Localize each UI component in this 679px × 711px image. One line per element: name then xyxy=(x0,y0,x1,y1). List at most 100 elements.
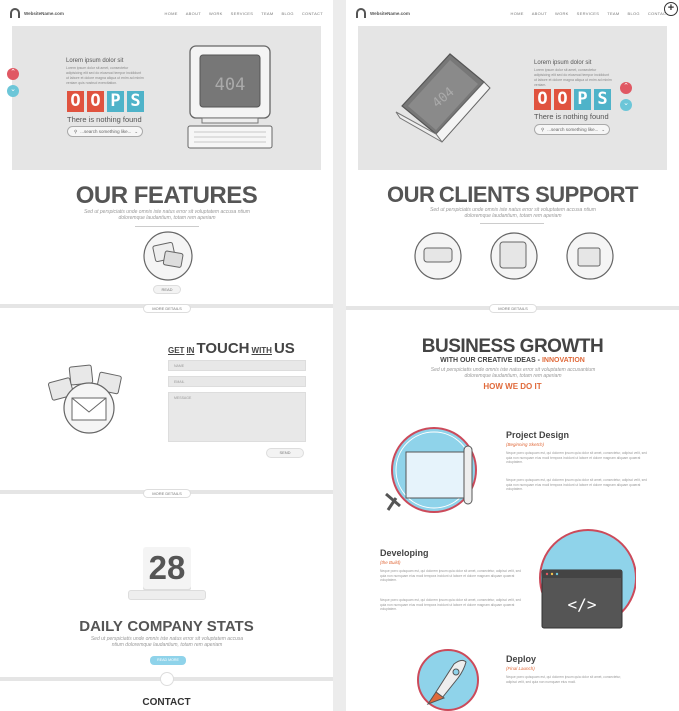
main-nav: HOME ABOUT WORK SERVICES TEAM BLOG CONTA… xyxy=(165,11,323,16)
developing-code-illustration: </> xyxy=(539,529,636,629)
features-illustration-icon xyxy=(143,231,193,281)
oops-letter: O xyxy=(87,91,104,112)
title-word: US xyxy=(273,340,295,357)
right-page-mockup: WebsiteName.com HOME ABOUT WORK SERVICES… xyxy=(346,0,679,711)
growth-subtitle: WITH OUR CREATIVE IDEAS - INNOVATION xyxy=(346,357,679,364)
search-placeholder: ...search something like... xyxy=(547,127,599,132)
screen-404-text: 404 xyxy=(215,75,246,95)
laptop-illustration: 404 xyxy=(395,53,491,143)
hero-tagline: There is nothing found xyxy=(534,112,609,121)
hero-paragraph: Lorem ipsum dolor sit amet, consectetur … xyxy=(534,68,612,87)
toggle-blue-button[interactable]: ⌄ xyxy=(7,85,19,97)
stats-number: 28 xyxy=(148,549,186,586)
hero-search-input[interactable]: ⚲ ...search something like... ⌄ xyxy=(534,124,610,135)
hero-paragraph: Lorem ipsum dolor sit amet, consectetur … xyxy=(66,66,144,85)
growth-title: BUSINESS GROWTH xyxy=(421,336,604,357)
step-subtitle: (Final Launch) xyxy=(506,666,535,671)
nav-services[interactable]: SERVICES xyxy=(577,11,600,16)
nav-about[interactable]: ABOUT xyxy=(186,11,201,16)
message-field[interactable]: MESSAGE xyxy=(168,392,306,442)
clients-subtitle: Sed ut perspiciatis unde omnis iste natu… xyxy=(430,207,596,219)
chevron-down-icon: ⌄ xyxy=(10,86,16,93)
logo-text: WebsiteName.com xyxy=(370,10,410,16)
toggle-red-button[interactable]: ⌃ xyxy=(7,68,19,80)
oops-letter: O xyxy=(534,89,551,110)
logo-icon xyxy=(356,8,366,18)
step-text: Neque porro quisquam est, qui dolorem ip… xyxy=(506,478,647,491)
nav-work[interactable]: WORK xyxy=(555,11,569,16)
scroll-circle xyxy=(160,672,174,686)
step-text: Neque porro quisquam est, qui dolorem ip… xyxy=(506,451,647,464)
nav-services[interactable]: SERVICES xyxy=(231,11,254,16)
hero-heading: Lorem ipsum dolor sit xyxy=(534,60,592,66)
nav-home[interactable]: HOME xyxy=(165,11,178,16)
name-field[interactable]: NAME xyxy=(168,360,306,371)
chevron-down-icon: ⌄ xyxy=(623,100,629,107)
title-word: COMPANY STATS xyxy=(127,618,254,635)
zoom-in-icon[interactable]: + xyxy=(664,2,678,16)
search-icon: ⚲ xyxy=(541,126,545,132)
nav-contact[interactable]: CONTACT xyxy=(302,11,323,16)
code-brackets-icon: </> xyxy=(568,595,597,614)
project-design-illustration xyxy=(385,427,477,513)
chevron-down-icon: ⌄ xyxy=(134,128,139,134)
oops-logo: O O P S xyxy=(534,89,611,110)
chevron-up-icon: ⌃ xyxy=(10,69,16,76)
more-details-button[interactable]: MORE DETAILS xyxy=(489,304,537,313)
hero-404-section: Lorem ipsum dolor sit Lorem ipsum dolor … xyxy=(7,26,321,170)
more-details-button[interactable]: MORE DETAILS xyxy=(143,304,191,313)
growth-subtitle-highlight: INNOVATION xyxy=(541,357,585,364)
step-text: Neque porro quisquam est, qui dolorem ip… xyxy=(506,675,622,684)
title-word: IN xyxy=(186,346,195,355)
oops-letter: S xyxy=(594,89,611,110)
oops-letter: O xyxy=(67,91,84,112)
logo-icon xyxy=(10,8,20,18)
send-button[interactable]: SEND xyxy=(266,448,304,458)
title-word: TOUCH xyxy=(196,340,250,357)
nav-blog[interactable]: BLOG xyxy=(282,11,294,16)
email-field[interactable]: EMAIL xyxy=(168,376,306,387)
features-title: OUR FEATURES xyxy=(75,182,258,209)
title-word: DAILY xyxy=(79,618,123,635)
stats-title: DAILY COMPANY STATS xyxy=(0,618,333,636)
title-word: GET xyxy=(168,346,185,355)
site-logo[interactable]: WebsiteName.com xyxy=(356,8,410,18)
growth-desc: Sed ut perspiciatis unde omnis iste natu… xyxy=(430,367,596,379)
nav-blog[interactable]: BLOG xyxy=(628,11,640,16)
step-title: Deploy xyxy=(506,654,537,664)
growth-subtitle-prefix: WITH OUR CREATIVE IDEAS - xyxy=(440,357,540,364)
step-text: Neque porro quisquam est, qui dolorem ip… xyxy=(380,598,521,611)
nav-work[interactable]: WORK xyxy=(209,11,223,16)
oops-letter: P xyxy=(107,91,124,112)
chevron-up-icon: ⌃ xyxy=(623,83,629,90)
step-subtitle: (the Build) xyxy=(380,560,401,565)
nav-home[interactable]: HOME xyxy=(511,11,524,16)
mail-envelope-illustration xyxy=(47,364,122,434)
title-underline xyxy=(480,223,544,224)
main-nav: HOME ABOUT WORK SERVICES TEAM BLOG CONTA… xyxy=(511,11,669,16)
retro-computer-illustration: 404 xyxy=(187,45,273,149)
step-text: Neque porro quisquam est, qui dolorem ip… xyxy=(380,569,521,582)
nav-team[interactable]: TEAM xyxy=(261,11,273,16)
hero-heading: Lorem ipsum dolor sit xyxy=(66,58,124,64)
clients-support-title: OUR CLIENTS SUPPORT xyxy=(346,182,679,208)
read-more-button[interactable]: READ MORE xyxy=(150,656,186,665)
logo-text: WebsiteName.com xyxy=(24,10,64,16)
contact-title: CONTACT xyxy=(142,697,191,708)
title-word: CLIENTS SUPPORT xyxy=(438,182,639,207)
hero-404-section: 404 Lorem ipsum dolor sit Lorem ipsum do… xyxy=(358,26,667,170)
client-support-icons xyxy=(414,232,614,280)
read-button[interactable]: READ xyxy=(153,285,181,294)
site-logo[interactable]: WebsiteName.com xyxy=(10,8,64,18)
oops-letter: S xyxy=(127,91,144,112)
contact-form-title: GET IN TOUCH WITH US xyxy=(168,340,295,357)
nav-about[interactable]: ABOUT xyxy=(532,11,547,16)
toggle-blue-button[interactable]: ⌄ xyxy=(620,99,632,111)
more-details-button[interactable]: MORE DETAILS xyxy=(143,489,191,498)
hero-search-input[interactable]: ⚲ ...search something like... ⌄ xyxy=(67,126,143,137)
top-navbar: WebsiteName.com HOME ABOUT WORK SERVICES… xyxy=(346,0,679,26)
nav-team[interactable]: TEAM xyxy=(607,11,619,16)
toggle-red-button[interactable]: ⌃ xyxy=(620,82,632,94)
title-word: WITH xyxy=(251,346,272,355)
step-subtitle: (Beginning Sketch) xyxy=(506,442,545,447)
